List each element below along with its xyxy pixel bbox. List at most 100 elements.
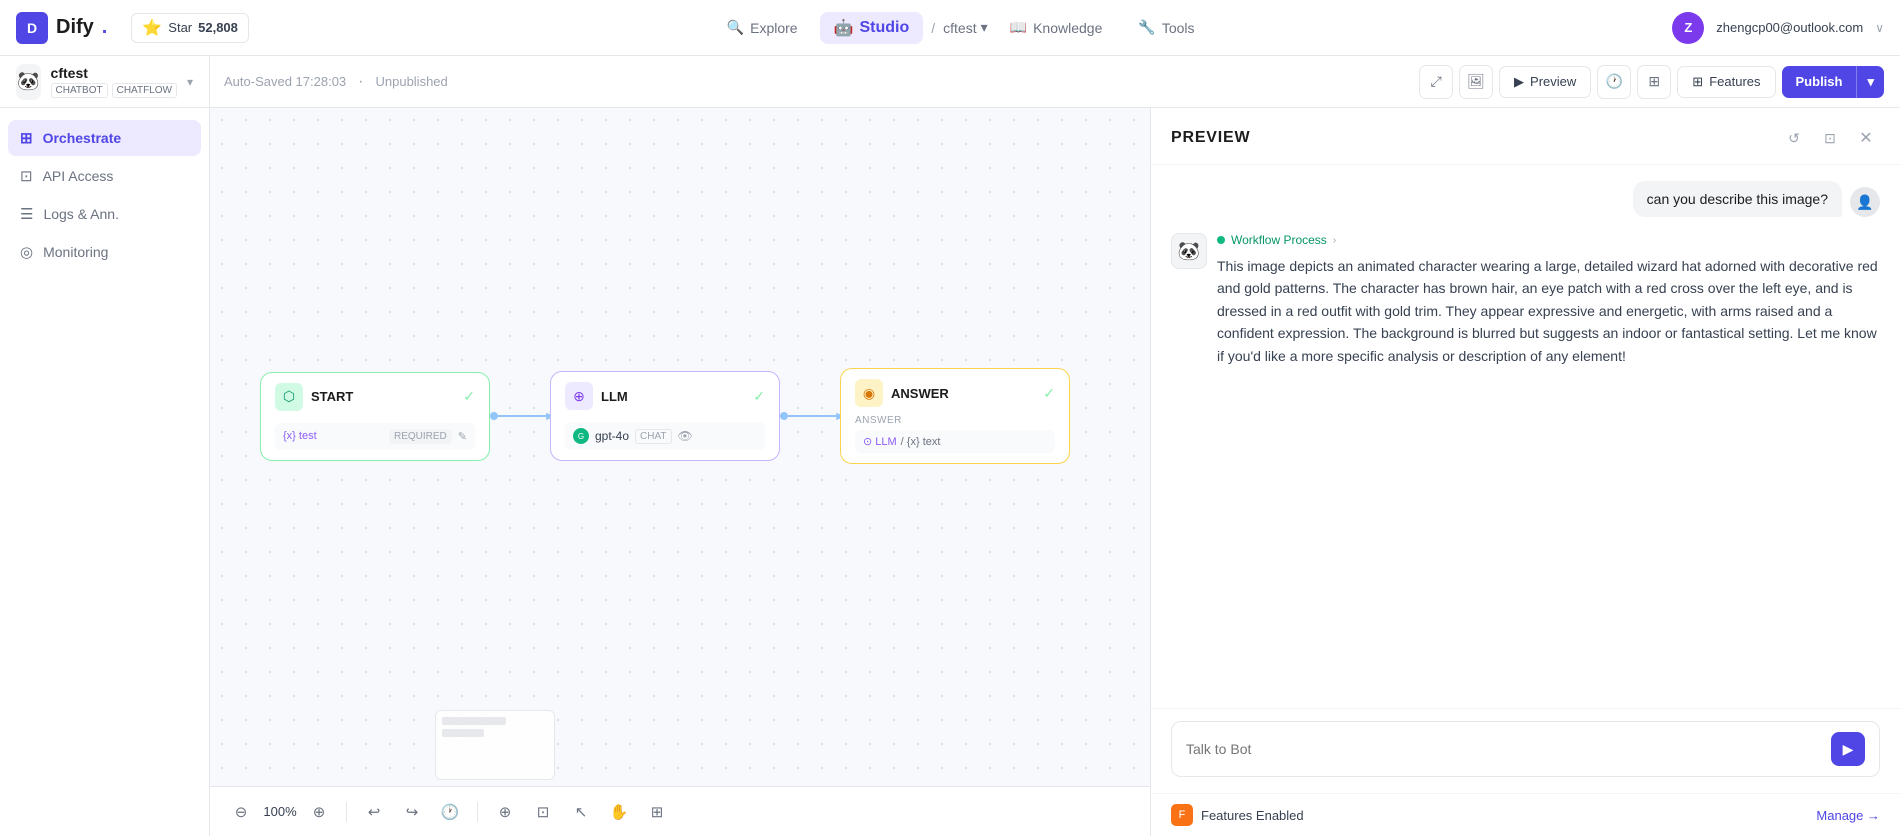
user-chevron: ∨ (1875, 21, 1884, 35)
app-chevron[interactable]: ▾ (187, 75, 193, 89)
chat-input-wrapper[interactable]: ▶ (1171, 721, 1880, 777)
start-node[interactable]: ⬡ START ✓ {x} test REQUIRED ✎ (260, 372, 490, 461)
nav-studio[interactable]: 🤖 Studio (820, 12, 924, 44)
api-label: API Access (43, 168, 114, 184)
llm-node[interactable]: ⊕ LLM ✓ G gpt-4o CHAT 👁 (550, 371, 780, 461)
bottom-toolbar: ⊖ 100% ⊕ ↩ ↪ 🕐 ⊕ ⊡ ↖ ✋ ⊞ (210, 786, 1150, 836)
publish-label: Publish (1782, 66, 1857, 97)
knowledge-label: Knowledge (1033, 20, 1102, 36)
start-field-edit-icon: ✎ (458, 430, 467, 443)
chat-input-area: ▶ (1151, 708, 1900, 793)
chat-input[interactable] (1186, 741, 1821, 757)
add-button[interactable]: ⊕ (490, 797, 520, 827)
send-button[interactable]: ▶ (1831, 732, 1865, 766)
github-star-label: Star (168, 20, 192, 35)
preview-button[interactable]: ▶ Preview (1499, 66, 1591, 98)
preview-close-button[interactable]: ✕ (1852, 124, 1880, 152)
hand-button[interactable]: ✋ (604, 797, 634, 827)
chat-area[interactable]: can you describe this image? 👤 🐼 Workflo… (1151, 165, 1900, 708)
model-icon: G (573, 428, 589, 444)
nav-explore[interactable]: 🔍 Explore (713, 13, 812, 42)
main-canvas[interactable]: ⬡ START ✓ {x} test REQUIRED ✎ ⊕ LLM (210, 108, 1150, 836)
api-icon: ⊡ (20, 167, 33, 185)
preview-panel: PREVIEW ↺ ⊡ ✕ can you describe this imag… (1150, 108, 1900, 836)
expand-button[interactable]: ⤢ (1419, 65, 1453, 99)
connector-1 (490, 415, 550, 417)
nav-cftest[interactable]: cftest ▾ (943, 19, 988, 36)
start-node-icon: ⬡ (275, 383, 303, 411)
bot-message: 🐼 Workflow Process › This image depicts … (1171, 233, 1880, 367)
clock-button[interactable]: 🕐 (1597, 65, 1631, 99)
grid-layout-button[interactable]: ⊞ (642, 797, 672, 827)
features-label: Features (1709, 74, 1760, 89)
explore-label: Explore (750, 20, 797, 36)
workflow-chevron-icon: › (1333, 235, 1336, 246)
orchestrate-label: Orchestrate (43, 130, 122, 146)
cftest-label: cftest (943, 20, 976, 36)
app-avatar: 🐼 (16, 64, 41, 100)
model-name: gpt-4o (595, 429, 629, 443)
preview-layout-button[interactable]: ⊡ (1816, 124, 1844, 152)
manage-link[interactable]: Manage → (1816, 808, 1880, 823)
bot-text: This image depicts an animated character… (1217, 255, 1880, 367)
answer-node-icon: ◉ (855, 379, 883, 407)
studio-icon: 🤖 (834, 18, 854, 38)
preview-refresh-button[interactable]: ↺ (1780, 124, 1808, 152)
sidebar-item-monitoring[interactable]: ◎ Monitoring (8, 234, 201, 270)
start-field-label: {x} test (283, 430, 317, 442)
sidebar-item-orchestrate[interactable]: ⊞ Orchestrate (8, 120, 201, 156)
app-info: 🐼 cftest CHATBOT CHATFLOW ▾ (0, 56, 210, 108)
github-badge[interactable]: ⭐ Star 52,808 (131, 13, 249, 43)
user-email[interactable]: zhengcp00@outlook.com (1716, 20, 1863, 35)
logo[interactable]: D Dify. (16, 12, 107, 44)
workflow-badge[interactable]: Workflow Process › (1217, 233, 1880, 247)
logo-dot: . (102, 16, 108, 39)
answer-content: ⊙ LLM / {x} text (855, 430, 1055, 453)
orchestrate-icon: ⊞ (20, 129, 33, 147)
preview-play-icon: ▶ (1514, 74, 1524, 90)
mini-map-bar-1 (442, 717, 506, 725)
preview-title: PREVIEW (1171, 129, 1250, 147)
workflow-dot (1217, 236, 1225, 244)
features-button[interactable]: ⊞ Features (1677, 66, 1775, 98)
redo-button[interactable]: ↪ (397, 797, 427, 827)
sidebar-item-logs[interactable]: ☰ Logs & Ann. (8, 196, 201, 232)
features-footer-icon: F (1171, 804, 1193, 826)
grid-button[interactable]: ⊞ (1637, 65, 1671, 99)
logs-icon: ☰ (20, 205, 33, 223)
zoom-level: 100% (260, 804, 300, 819)
logs-label: Logs & Ann. (43, 206, 119, 222)
features-footer-label: Features Enabled (1201, 808, 1304, 823)
select-button[interactable]: ↖ (566, 797, 596, 827)
answer-ref2: / {x} text (901, 436, 941, 448)
history-button[interactable]: 🕐 (435, 797, 465, 827)
llm-node-title: LLM (601, 389, 745, 404)
user-message: can you describe this image? 👤 (1171, 181, 1880, 217)
preview-label: Preview (1530, 74, 1576, 89)
github-icon: ⭐ (142, 18, 162, 38)
publish-button[interactable]: Publish ▾ (1782, 66, 1884, 98)
answer-node[interactable]: ◉ ANSWER ✓ ANSWER ⊙ LLM / {x} text (840, 368, 1070, 464)
monitoring-label: Monitoring (43, 244, 108, 260)
image-button[interactable]: 🖼 (1459, 65, 1493, 99)
connector-2 (780, 415, 840, 417)
answer-section-label: ANSWER (855, 415, 1055, 426)
llm-node-icon: ⊕ (565, 382, 593, 410)
answer-node-title: ANSWER (891, 386, 1035, 401)
zoom-out-button[interactable]: ⊖ (226, 797, 256, 827)
zoom-in-button[interactable]: ⊕ (304, 797, 334, 827)
sidebar-item-api-access[interactable]: ⊡ API Access (8, 158, 201, 194)
mini-map-bar-2 (442, 729, 484, 737)
mini-map[interactable] (435, 710, 555, 780)
flow-area: ⬡ START ✓ {x} test REQUIRED ✎ ⊕ LLM (260, 368, 1070, 464)
logo-icon: D (16, 12, 48, 44)
fit-button[interactable]: ⊡ (528, 797, 558, 827)
nav-tools[interactable]: 🔧 Tools (1124, 13, 1208, 42)
start-field: {x} test REQUIRED ✎ (275, 423, 475, 450)
undo-button[interactable]: ↩ (359, 797, 389, 827)
app-tag-chatflow: CHATFLOW (112, 83, 177, 98)
app-name: cftest (51, 65, 177, 81)
dot-sep: · (358, 73, 363, 91)
model-eye-icon: 👁 (678, 429, 693, 443)
nav-knowledge[interactable]: 📖 Knowledge (996, 13, 1117, 42)
